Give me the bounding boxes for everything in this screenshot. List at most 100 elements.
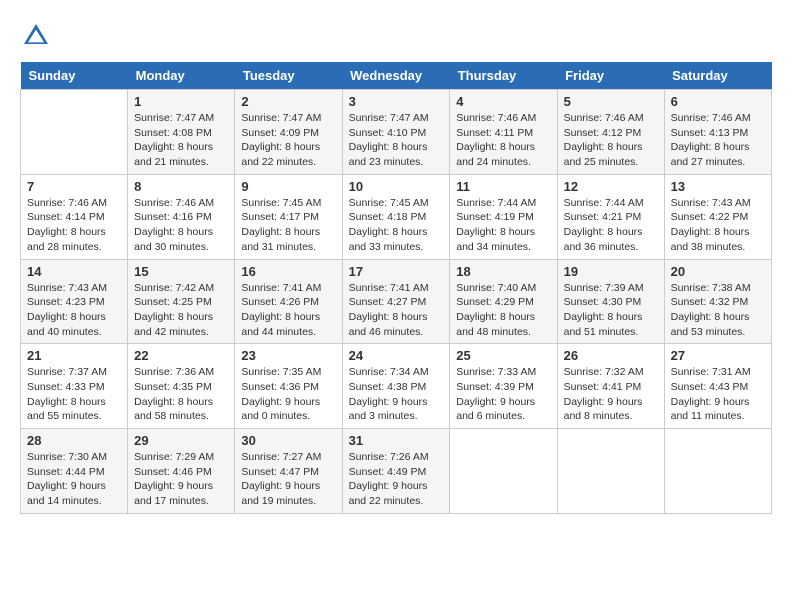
weekday-header-wednesday: Wednesday (342, 62, 450, 90)
calendar-cell: 21 Sunrise: 7:37 AMSunset: 4:33 PMDaylig… (21, 344, 128, 429)
calendar-cell: 30 Sunrise: 7:27 AMSunset: 4:47 PMDaylig… (235, 429, 342, 514)
day-info: Sunrise: 7:35 AMSunset: 4:36 PMDaylight:… (241, 365, 335, 424)
day-number: 5 (564, 94, 658, 109)
calendar-cell: 25 Sunrise: 7:33 AMSunset: 4:39 PMDaylig… (450, 344, 557, 429)
calendar-cell: 16 Sunrise: 7:41 AMSunset: 4:26 PMDaylig… (235, 259, 342, 344)
page-header (20, 20, 772, 52)
day-number: 22 (134, 348, 228, 363)
day-info: Sunrise: 7:33 AMSunset: 4:39 PMDaylight:… (456, 365, 550, 424)
calendar-cell: 4 Sunrise: 7:46 AMSunset: 4:11 PMDayligh… (450, 90, 557, 175)
weekday-header-friday: Friday (557, 62, 664, 90)
weekday-header-row: SundayMondayTuesdayWednesdayThursdayFrid… (21, 62, 772, 90)
weekday-header-saturday: Saturday (664, 62, 771, 90)
day-number: 1 (134, 94, 228, 109)
calendar-cell: 11 Sunrise: 7:44 AMSunset: 4:19 PMDaylig… (450, 174, 557, 259)
weekday-header-tuesday: Tuesday (235, 62, 342, 90)
calendar-cell (664, 429, 771, 514)
week-row-5: 28 Sunrise: 7:30 AMSunset: 4:44 PMDaylig… (21, 429, 772, 514)
day-number: 30 (241, 433, 335, 448)
day-info: Sunrise: 7:40 AMSunset: 4:29 PMDaylight:… (456, 281, 550, 340)
logo (20, 20, 56, 52)
day-info: Sunrise: 7:46 AMSunset: 4:13 PMDaylight:… (671, 111, 765, 170)
day-number: 11 (456, 179, 550, 194)
day-info: Sunrise: 7:45 AMSunset: 4:17 PMDaylight:… (241, 196, 335, 255)
day-info: Sunrise: 7:42 AMSunset: 4:25 PMDaylight:… (134, 281, 228, 340)
calendar-cell: 8 Sunrise: 7:46 AMSunset: 4:16 PMDayligh… (128, 174, 235, 259)
day-info: Sunrise: 7:27 AMSunset: 4:47 PMDaylight:… (241, 450, 335, 509)
day-number: 27 (671, 348, 765, 363)
calendar-cell: 28 Sunrise: 7:30 AMSunset: 4:44 PMDaylig… (21, 429, 128, 514)
day-number: 21 (27, 348, 121, 363)
day-number: 10 (349, 179, 444, 194)
week-row-3: 14 Sunrise: 7:43 AMSunset: 4:23 PMDaylig… (21, 259, 772, 344)
calendar-cell: 5 Sunrise: 7:46 AMSunset: 4:12 PMDayligh… (557, 90, 664, 175)
calendar-cell: 27 Sunrise: 7:31 AMSunset: 4:43 PMDaylig… (664, 344, 771, 429)
day-info: Sunrise: 7:46 AMSunset: 4:11 PMDaylight:… (456, 111, 550, 170)
day-info: Sunrise: 7:47 AMSunset: 4:09 PMDaylight:… (241, 111, 335, 170)
day-number: 16 (241, 264, 335, 279)
calendar-cell: 6 Sunrise: 7:46 AMSunset: 4:13 PMDayligh… (664, 90, 771, 175)
day-info: Sunrise: 7:44 AMSunset: 4:21 PMDaylight:… (564, 196, 658, 255)
day-number: 13 (671, 179, 765, 194)
calendar-cell: 29 Sunrise: 7:29 AMSunset: 4:46 PMDaylig… (128, 429, 235, 514)
day-info: Sunrise: 7:32 AMSunset: 4:41 PMDaylight:… (564, 365, 658, 424)
calendar-cell: 1 Sunrise: 7:47 AMSunset: 4:08 PMDayligh… (128, 90, 235, 175)
day-info: Sunrise: 7:38 AMSunset: 4:32 PMDaylight:… (671, 281, 765, 340)
day-info: Sunrise: 7:34 AMSunset: 4:38 PMDaylight:… (349, 365, 444, 424)
day-number: 12 (564, 179, 658, 194)
day-number: 3 (349, 94, 444, 109)
day-number: 28 (27, 433, 121, 448)
weekday-header-sunday: Sunday (21, 62, 128, 90)
calendar-cell: 24 Sunrise: 7:34 AMSunset: 4:38 PMDaylig… (342, 344, 450, 429)
day-info: Sunrise: 7:45 AMSunset: 4:18 PMDaylight:… (349, 196, 444, 255)
day-number: 26 (564, 348, 658, 363)
day-info: Sunrise: 7:36 AMSunset: 4:35 PMDaylight:… (134, 365, 228, 424)
calendar-cell: 22 Sunrise: 7:36 AMSunset: 4:35 PMDaylig… (128, 344, 235, 429)
day-number: 23 (241, 348, 335, 363)
day-number: 8 (134, 179, 228, 194)
calendar-cell: 3 Sunrise: 7:47 AMSunset: 4:10 PMDayligh… (342, 90, 450, 175)
day-info: Sunrise: 7:43 AMSunset: 4:22 PMDaylight:… (671, 196, 765, 255)
day-info: Sunrise: 7:37 AMSunset: 4:33 PMDaylight:… (27, 365, 121, 424)
day-number: 20 (671, 264, 765, 279)
calendar-cell: 17 Sunrise: 7:41 AMSunset: 4:27 PMDaylig… (342, 259, 450, 344)
weekday-header-monday: Monday (128, 62, 235, 90)
day-number: 24 (349, 348, 444, 363)
calendar-cell (557, 429, 664, 514)
day-info: Sunrise: 7:31 AMSunset: 4:43 PMDaylight:… (671, 365, 765, 424)
calendar-cell: 20 Sunrise: 7:38 AMSunset: 4:32 PMDaylig… (664, 259, 771, 344)
day-info: Sunrise: 7:30 AMSunset: 4:44 PMDaylight:… (27, 450, 121, 509)
calendar-cell: 23 Sunrise: 7:35 AMSunset: 4:36 PMDaylig… (235, 344, 342, 429)
calendar-cell: 10 Sunrise: 7:45 AMSunset: 4:18 PMDaylig… (342, 174, 450, 259)
day-info: Sunrise: 7:47 AMSunset: 4:08 PMDaylight:… (134, 111, 228, 170)
day-number: 2 (241, 94, 335, 109)
day-info: Sunrise: 7:43 AMSunset: 4:23 PMDaylight:… (27, 281, 121, 340)
calendar-cell: 13 Sunrise: 7:43 AMSunset: 4:22 PMDaylig… (664, 174, 771, 259)
weekday-header-thursday: Thursday (450, 62, 557, 90)
calendar-cell: 9 Sunrise: 7:45 AMSunset: 4:17 PMDayligh… (235, 174, 342, 259)
day-info: Sunrise: 7:41 AMSunset: 4:26 PMDaylight:… (241, 281, 335, 340)
calendar-cell: 14 Sunrise: 7:43 AMSunset: 4:23 PMDaylig… (21, 259, 128, 344)
week-row-4: 21 Sunrise: 7:37 AMSunset: 4:33 PMDaylig… (21, 344, 772, 429)
logo-icon (20, 20, 52, 52)
day-info: Sunrise: 7:47 AMSunset: 4:10 PMDaylight:… (349, 111, 444, 170)
calendar-cell: 7 Sunrise: 7:46 AMSunset: 4:14 PMDayligh… (21, 174, 128, 259)
day-info: Sunrise: 7:46 AMSunset: 4:14 PMDaylight:… (27, 196, 121, 255)
day-number: 14 (27, 264, 121, 279)
day-number: 15 (134, 264, 228, 279)
calendar-cell: 26 Sunrise: 7:32 AMSunset: 4:41 PMDaylig… (557, 344, 664, 429)
calendar-cell (21, 90, 128, 175)
day-info: Sunrise: 7:29 AMSunset: 4:46 PMDaylight:… (134, 450, 228, 509)
day-info: Sunrise: 7:26 AMSunset: 4:49 PMDaylight:… (349, 450, 444, 509)
day-info: Sunrise: 7:44 AMSunset: 4:19 PMDaylight:… (456, 196, 550, 255)
calendar-cell: 31 Sunrise: 7:26 AMSunset: 4:49 PMDaylig… (342, 429, 450, 514)
day-number: 29 (134, 433, 228, 448)
day-info: Sunrise: 7:39 AMSunset: 4:30 PMDaylight:… (564, 281, 658, 340)
day-info: Sunrise: 7:46 AMSunset: 4:16 PMDaylight:… (134, 196, 228, 255)
calendar-cell (450, 429, 557, 514)
day-number: 18 (456, 264, 550, 279)
day-number: 6 (671, 94, 765, 109)
day-info: Sunrise: 7:46 AMSunset: 4:12 PMDaylight:… (564, 111, 658, 170)
day-number: 7 (27, 179, 121, 194)
calendar-cell: 18 Sunrise: 7:40 AMSunset: 4:29 PMDaylig… (450, 259, 557, 344)
